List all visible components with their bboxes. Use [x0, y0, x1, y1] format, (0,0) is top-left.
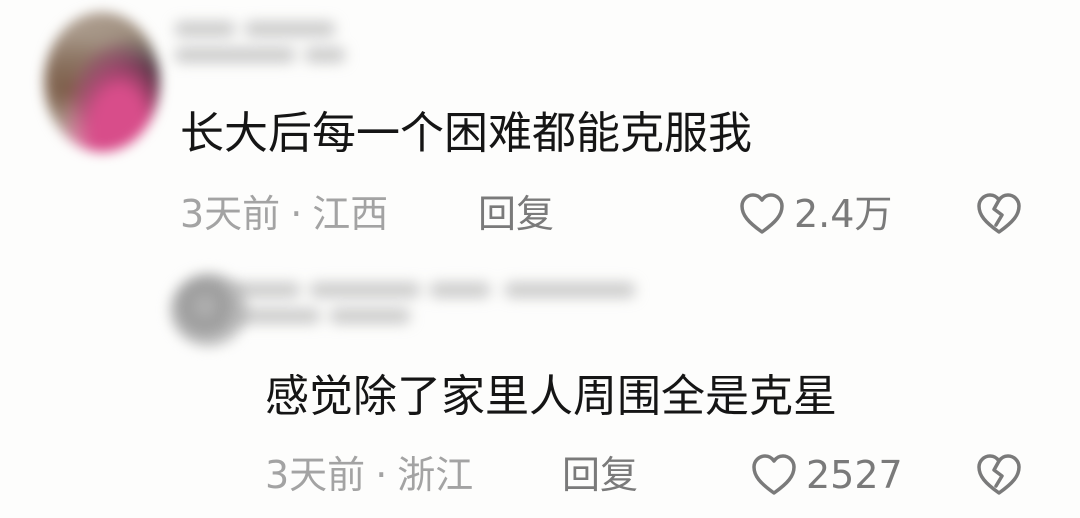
- comment-meta: 3天前 · 江西: [180, 190, 388, 238]
- meta-separator: ·: [290, 192, 303, 236]
- broken-heart-icon[interactable]: [975, 191, 1023, 237]
- username-blurred[interactable]: [175, 18, 365, 88]
- heart-outline-icon: [752, 454, 796, 495]
- comment-text: 感觉除了家里人周围全是克星: [265, 371, 837, 422]
- comment-text: 长大后每一个困难都能克服我: [180, 108, 752, 159]
- like-count: 2527: [806, 453, 903, 497]
- like-button[interactable]: 2.4万: [738, 190, 892, 238]
- comment-item: 感觉除了家里人周围全是克星 3天前 · 浙江 回复 2527: [0, 265, 1080, 518]
- username-blurred[interactable]: [230, 279, 660, 359]
- comment-item: 长大后每一个困难都能克服我 3天前 · 江西 回复 2.4万: [0, 0, 1080, 250]
- comment-location: 浙江: [397, 453, 474, 497]
- meta-separator: ·: [375, 453, 388, 497]
- comment-time: 3天前: [265, 453, 366, 497]
- avatar[interactable]: [44, 12, 160, 152]
- reply-button[interactable]: 回复: [478, 190, 554, 238]
- comment-location: 江西: [312, 192, 389, 236]
- like-button[interactable]: 2527: [750, 451, 903, 499]
- heart-outline-icon: [740, 193, 784, 234]
- like-count: 2.4万: [794, 192, 893, 236]
- broken-heart-icon[interactable]: [975, 452, 1023, 498]
- comment-meta: 3天前 · 浙江: [265, 451, 473, 499]
- reply-button[interactable]: 回复: [562, 451, 638, 499]
- comment-time: 3天前: [180, 192, 281, 236]
